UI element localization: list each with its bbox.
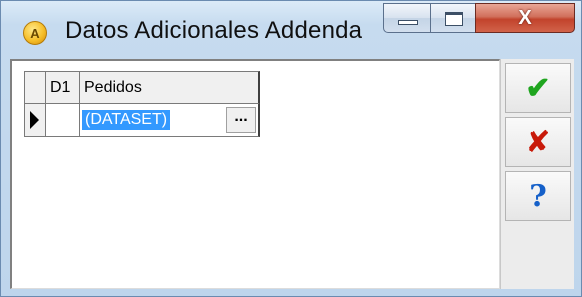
title-bar[interactable]: A Datos Adicionales Addenda X — [1, 1, 581, 59]
row-indicator[interactable] — [24, 104, 46, 137]
close-button[interactable]: X — [475, 3, 575, 33]
client-area: D1 Pedidos (DATASET) ... ✔ ✘ ? — [10, 59, 574, 289]
minimize-button[interactable] — [383, 3, 431, 33]
column-header-pedidos[interactable]: Pedidos — [80, 71, 260, 104]
cross-icon: ✘ — [525, 124, 551, 160]
grid-panel: D1 Pedidos (DATASET) ... — [10, 59, 500, 289]
column-header-d1[interactable]: D1 — [46, 71, 80, 104]
checkmark-icon: ✔ — [525, 71, 551, 105]
maximize-icon — [445, 12, 463, 26]
cell-pedidos-value[interactable]: (DATASET) — [82, 110, 171, 130]
dialog-window: A Datos Adicionales Addenda X D1 Pedidos — [0, 0, 582, 297]
caption-buttons: X — [383, 3, 581, 35]
question-icon: ? — [529, 178, 547, 214]
app-icon-letter: A — [30, 25, 40, 41]
cell-d1[interactable] — [46, 104, 80, 137]
help-button[interactable]: ? — [505, 171, 571, 221]
close-icon: X — [518, 6, 532, 29]
ellipsis-button[interactable]: ... — [226, 107, 256, 133]
minimize-icon — [398, 20, 418, 25]
row-indicator-header — [24, 71, 46, 104]
cancel-button[interactable]: ✘ — [505, 117, 571, 167]
maximize-button[interactable] — [430, 3, 476, 33]
ok-button[interactable]: ✔ — [505, 63, 571, 113]
cell-pedidos[interactable]: (DATASET) ... — [80, 104, 260, 137]
current-row-arrow-icon — [30, 111, 39, 129]
app-icon[interactable]: A — [23, 21, 47, 45]
side-toolbar: ✔ ✘ ? — [500, 59, 574, 289]
window-title: Datos Adicionales Addenda — [65, 17, 363, 44]
